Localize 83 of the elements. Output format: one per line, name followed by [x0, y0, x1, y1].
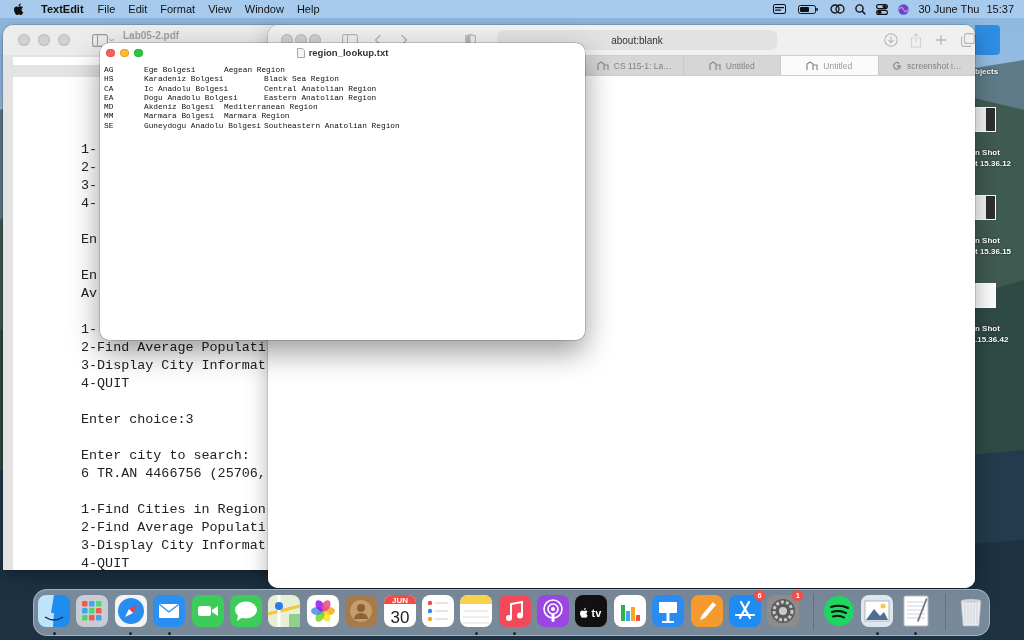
document-line: 3-Display City Informat	[81, 537, 266, 555]
calendar-icon[interactable]: JUN 30	[382, 594, 417, 628]
numbers-icon[interactable]	[612, 594, 647, 628]
document-line: 6 TR.AN 4466756 (25706,	[81, 465, 266, 483]
document-line: 3-	[81, 177, 98, 195]
document-line: 4-QUIT	[81, 555, 130, 570]
control-center-icon[interactable]	[875, 3, 888, 15]
document-line: En	[81, 231, 98, 249]
file-thumbnail[interactable]	[975, 107, 996, 132]
tabs-overview-icon[interactable]	[961, 33, 975, 47]
safari-icon[interactable]	[113, 594, 148, 628]
tab-title: screenshot i…	[907, 60, 962, 71]
app-store-icon[interactable]	[728, 594, 763, 628]
search-icon[interactable]	[854, 3, 866, 15]
file-label: n Shot	[975, 323, 1000, 334]
tv-app-icon[interactable]: tv	[574, 594, 609, 628]
reminders-icon[interactable]	[420, 594, 455, 628]
google-icon	[892, 60, 903, 71]
file-label: t 15.36.15	[975, 246, 1012, 257]
menu-item[interactable]: Format	[160, 3, 196, 15]
link-icon[interactable]	[829, 4, 845, 14]
tab-title: Untitled	[725, 60, 755, 71]
document-line: 1-	[81, 321, 98, 339]
document-line: 3-Display City Informat	[81, 357, 266, 375]
menu-item[interactable]: Help	[296, 3, 320, 15]
pages-icon[interactable]	[689, 594, 724, 628]
document-line: Av	[81, 285, 98, 303]
document-line: 2-Find Average Populati	[81, 339, 266, 357]
file-label: n Shot	[975, 235, 1000, 246]
contacts-icon[interactable]	[344, 594, 379, 628]
file-label: n Shot	[975, 147, 1000, 158]
document-line: 1-Find Cities in Region	[81, 501, 266, 519]
document-line: En	[81, 267, 98, 285]
preview-icon[interactable]	[860, 594, 895, 628]
document-line: 4-QUIT	[81, 375, 130, 393]
facetime-icon[interactable]	[190, 594, 225, 628]
document-line: Enter city to search:	[81, 447, 250, 465]
file-label: .15.36.42	[975, 334, 1009, 345]
zoom-button[interactable]	[134, 48, 143, 58]
calendar-month: JUN	[391, 595, 408, 605]
minimize-button[interactable]	[120, 48, 129, 58]
folder-label: bjects	[975, 66, 999, 77]
tab-title: CS 115-1: La…	[613, 60, 672, 71]
keynote-icon[interactable]	[651, 594, 686, 628]
document-line: 1-	[81, 141, 98, 159]
spotify-icon[interactable]	[821, 594, 856, 628]
date-text: 30 June Thu	[918, 3, 980, 15]
document-icon	[296, 47, 305, 58]
file-label: t 15.36.12	[975, 158, 1012, 169]
document-line: Enter choice:3	[81, 411, 194, 429]
mail-icon[interactable]	[152, 594, 187, 628]
window-title: Lab05-2.pdf	[123, 30, 180, 41]
tab-title: Untitled	[823, 60, 853, 71]
file-thumbnail[interactable]	[975, 283, 996, 308]
music-icon[interactable]	[497, 594, 532, 628]
finder-icon[interactable]	[37, 594, 71, 628]
messages-icon[interactable]	[228, 594, 263, 628]
document-line: 2-Find Average Populati	[81, 519, 266, 537]
document-line: 4-	[81, 195, 98, 213]
app-menu[interactable]: TextEdit	[41, 3, 84, 15]
document-line: 2-	[81, 159, 98, 177]
siri-icon[interactable]	[897, 3, 909, 15]
tv-label: tv	[592, 607, 602, 619]
maps-icon[interactable]	[267, 594, 302, 628]
close-button[interactable]	[106, 48, 115, 58]
settings-gear-icon[interactable]	[766, 594, 801, 628]
address-field[interactable]: about:blank	[497, 30, 777, 50]
menu-item[interactable]: View	[208, 3, 232, 15]
podcasts-icon[interactable]	[536, 594, 571, 628]
window-title: region_lookup.txt	[308, 47, 389, 58]
menu-item[interactable]: Edit	[128, 3, 148, 15]
battery-icon[interactable]	[797, 4, 818, 14]
menu-item[interactable]: File	[97, 3, 116, 15]
file-thumbnail[interactable]	[975, 195, 996, 220]
clock-text: 15:37	[986, 3, 1014, 15]
apple-menu-icon[interactable]	[13, 2, 24, 16]
photos-icon[interactable]	[305, 594, 340, 628]
launchpad-icon[interactable]	[75, 594, 110, 628]
display-icon[interactable]	[772, 4, 786, 14]
sidebar-icon[interactable]	[92, 33, 114, 47]
notes-icon[interactable]	[459, 594, 494, 628]
menu-item[interactable]: Window	[244, 3, 284, 15]
calendar-day: 30	[390, 608, 409, 627]
